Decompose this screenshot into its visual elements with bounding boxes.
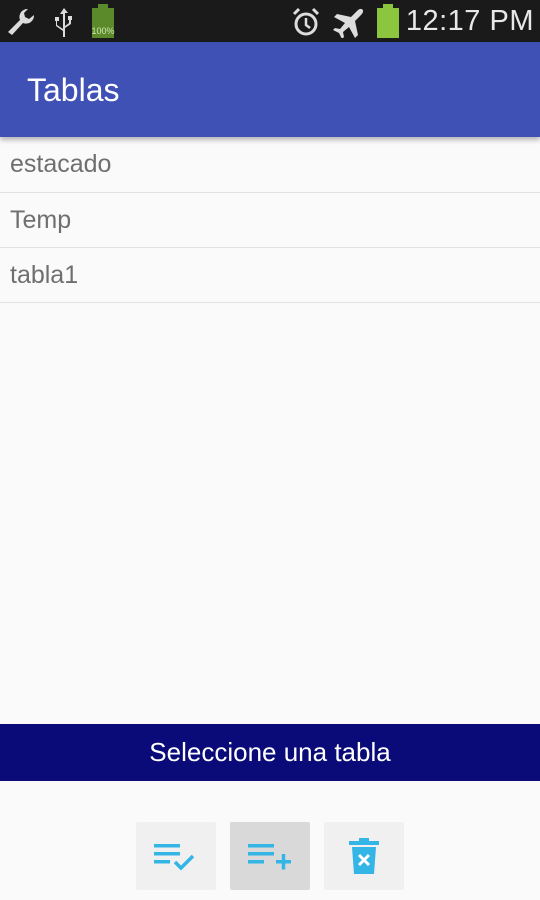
list-item-label: estacado — [10, 150, 112, 178]
list-item-label: tabla1 — [10, 260, 79, 289]
battery-percent-label: 100% — [91, 26, 115, 36]
list-item[interactable]: tabla1 — [0, 248, 540, 303]
toolbar-title: Tablas — [27, 72, 120, 108]
wrench-icon — [8, 8, 35, 35]
banner-text: Seleccione una tabla — [149, 737, 391, 767]
add-table-button[interactable] — [230, 822, 310, 890]
delete-table-button[interactable] — [324, 822, 404, 890]
battery-full-icon: 100% — [90, 4, 116, 38]
playlist-check-icon — [154, 844, 195, 871]
playlist-add-icon — [248, 844, 291, 870]
list-item[interactable]: Temp — [0, 193, 540, 248]
airplane-mode-icon — [333, 8, 364, 38]
app-toolbar: Tablas — [0, 42, 540, 137]
status-bar: 100% 12:17 PM — [0, 0, 540, 42]
action-bar — [0, 822, 540, 890]
status-time: 12:17 PM — [405, 5, 534, 37]
list-item-label: Temp — [10, 205, 72, 234]
list-item[interactable]: estacado — [0, 137, 540, 193]
delete-icon — [349, 838, 379, 874]
selection-banner: Seleccione una tabla — [0, 724, 540, 781]
battery-charging-icon — [376, 4, 400, 38]
tables-list: estacado Temp tabla1 — [0, 137, 540, 303]
alarm-icon — [292, 7, 320, 36]
usb-icon — [55, 8, 72, 37]
select-table-button[interactable] — [136, 822, 216, 890]
